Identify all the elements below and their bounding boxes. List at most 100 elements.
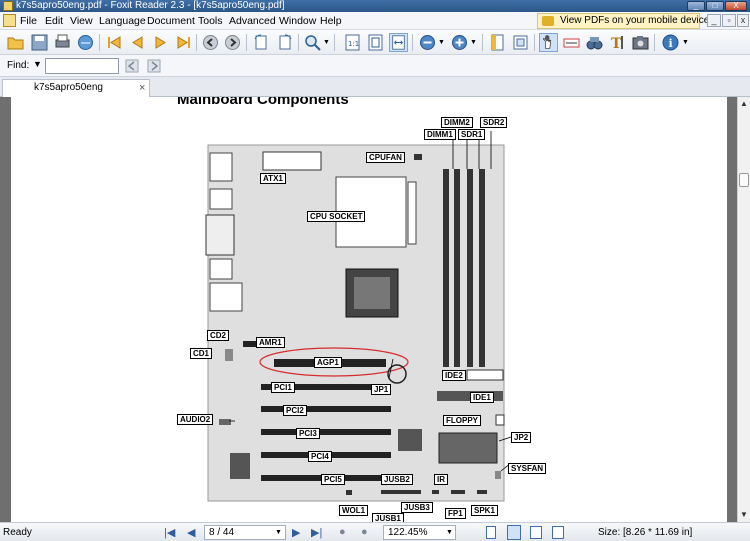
previous-page-icon[interactable] [128, 33, 147, 52]
zoom-out-icon[interactable] [418, 33, 437, 52]
zoom-tool-icon[interactable] [303, 33, 322, 52]
menu-help[interactable]: Help [320, 14, 342, 28]
find-binoculars-icon[interactable] [585, 33, 604, 52]
page-heading: Mainboard Components [177, 97, 349, 108]
menu-language[interactable]: Language [99, 14, 146, 28]
rotate-left-icon[interactable] [252, 33, 271, 52]
label-cpu-socket: CPU SOCKET [307, 211, 366, 222]
label-spk1: SPK1 [471, 505, 498, 516]
menu-window[interactable]: Window [279, 14, 316, 28]
rotate-right-icon[interactable] [275, 33, 294, 52]
forward-view-icon[interactable] [223, 33, 242, 52]
label-sdr2: SDR2 [480, 117, 508, 128]
zoom-field-chevron-icon[interactable]: ▼ [446, 526, 453, 539]
find-input[interactable] [45, 58, 119, 74]
save-icon[interactable] [30, 33, 49, 52]
info-chevron-icon[interactable]: ▼ [682, 39, 689, 46]
menu-tools[interactable]: Tools [198, 14, 223, 28]
label-agp1: AGP1 [314, 357, 342, 368]
minimize-button[interactable]: _ [687, 1, 705, 11]
page-number-field[interactable]: 8 / 44 ▼ [204, 525, 286, 540]
close-button[interactable]: X [725, 1, 747, 11]
label-pci5: PCI5 [321, 474, 345, 485]
menu-advanced[interactable]: Advanced [229, 14, 276, 28]
status-next-page-icon[interactable]: ▶ [292, 526, 300, 539]
back-view-icon[interactable] [201, 33, 220, 52]
doc-restore-button[interactable]: ▫ [722, 14, 736, 27]
toolbar: ▼ 1:1 ▼ ▼ T i ▼ [0, 30, 750, 55]
single-page-icon[interactable] [488, 33, 507, 52]
app-icon [3, 1, 13, 11]
email-icon[interactable] [76, 33, 95, 52]
pdf-page: Mainboard Components DIMM2 SDR2 DIMM1 SD… [11, 97, 727, 522]
document-viewport[interactable]: Mainboard Components DIMM2 SDR2 DIMM1 SD… [0, 97, 737, 522]
menu-document[interactable]: Document [147, 14, 195, 28]
find-options-chevron-icon[interactable]: ▼ [33, 59, 42, 69]
zoom-in-chevron-icon[interactable]: ▼ [470, 39, 477, 46]
actual-size-icon[interactable]: 1:1 [343, 33, 362, 52]
open-folder-icon[interactable] [6, 33, 25, 52]
continuous-view-icon[interactable] [507, 525, 521, 540]
label-amr1: AMR1 [256, 337, 285, 348]
first-page-icon[interactable] [105, 33, 124, 52]
document-icon [3, 14, 16, 27]
zoom-dropdown-chevron-icon[interactable]: ▼ [323, 39, 330, 46]
facing-view-icon[interactable] [530, 526, 542, 539]
find-next-icon[interactable] [146, 58, 162, 74]
tab-close-icon[interactable]: × [139, 80, 145, 96]
svg-text:T: T [611, 36, 622, 52]
fit-width-icon[interactable] [389, 33, 408, 52]
status-forward-icon[interactable]: ● [361, 526, 368, 538]
doc-close-button[interactable]: x [737, 14, 749, 27]
zoom-field[interactable]: 122.45% ▼ [383, 525, 456, 540]
toolbar-separator [246, 34, 247, 51]
label-cpufan: CPUFAN [366, 152, 405, 163]
snapshot-icon[interactable] [631, 33, 650, 52]
label-cd1: CD1 [190, 348, 213, 359]
continuous-page-icon[interactable] [511, 33, 530, 52]
page-size-label: Size: [8.26 * 11.69 in] [598, 527, 693, 538]
maximize-button[interactable]: □ [706, 1, 724, 11]
toolbar-separator [298, 34, 299, 51]
label-sdr1: SDR1 [458, 129, 486, 140]
single-page-view-icon[interactable] [486, 526, 496, 539]
find-previous-icon[interactable] [124, 58, 140, 74]
scroll-up-icon[interactable]: ▲ [740, 99, 748, 108]
menu-view[interactable]: View [70, 14, 93, 28]
tab-bar: k7s5apro50eng × [0, 77, 750, 97]
select-text-icon[interactable] [562, 33, 581, 52]
info-icon[interactable]: i [661, 33, 680, 52]
label-pci4: PCI4 [308, 451, 332, 462]
tab-label: k7s5apro50eng [34, 82, 103, 93]
menu-file[interactable]: File [20, 14, 37, 28]
label-pci3: PCI3 [296, 428, 320, 439]
promo-banner[interactable]: View PDFs on your mobile devices [537, 13, 714, 29]
hand-tool-icon[interactable] [539, 33, 558, 52]
label-floppy: FLOPPY [443, 415, 482, 426]
label-fp1: FP1 [445, 508, 466, 519]
status-first-page-icon[interactable]: |◀ [164, 526, 175, 539]
zoom-in-icon[interactable] [450, 33, 469, 52]
menu-edit[interactable]: Edit [45, 14, 63, 28]
print-icon[interactable] [53, 33, 72, 52]
status-previous-page-icon[interactable]: ◀ [187, 526, 195, 539]
zoom-out-chevron-icon[interactable]: ▼ [438, 39, 445, 46]
page-dropdown-chevron-icon[interactable]: ▼ [275, 526, 282, 539]
scroll-thumb[interactable] [739, 173, 749, 187]
tab-document[interactable]: k7s5apro50eng × [2, 79, 150, 97]
label-dimm1: DIMM1 [424, 129, 456, 140]
window-title: k7s5apro50eng.pdf - Foxit Reader 2.3 - [… [16, 0, 285, 11]
status-back-icon[interactable]: ● [339, 526, 346, 538]
vertical-scrollbar[interactable]: ▲ ▼ [737, 97, 750, 522]
continuous-facing-view-icon[interactable] [552, 526, 564, 539]
label-jusb3: JUSB3 [401, 502, 433, 513]
last-page-icon[interactable] [174, 33, 193, 52]
fit-page-icon[interactable] [366, 33, 385, 52]
label-audio2: AUDIO2 [177, 414, 214, 425]
scroll-down-icon[interactable]: ▼ [740, 510, 748, 519]
typewriter-icon[interactable]: T [608, 33, 627, 52]
status-last-page-icon[interactable]: ▶| [311, 526, 322, 539]
next-page-icon[interactable] [151, 33, 170, 52]
toolbar-separator [412, 34, 413, 51]
doc-minimize-button[interactable]: _ [707, 14, 721, 27]
